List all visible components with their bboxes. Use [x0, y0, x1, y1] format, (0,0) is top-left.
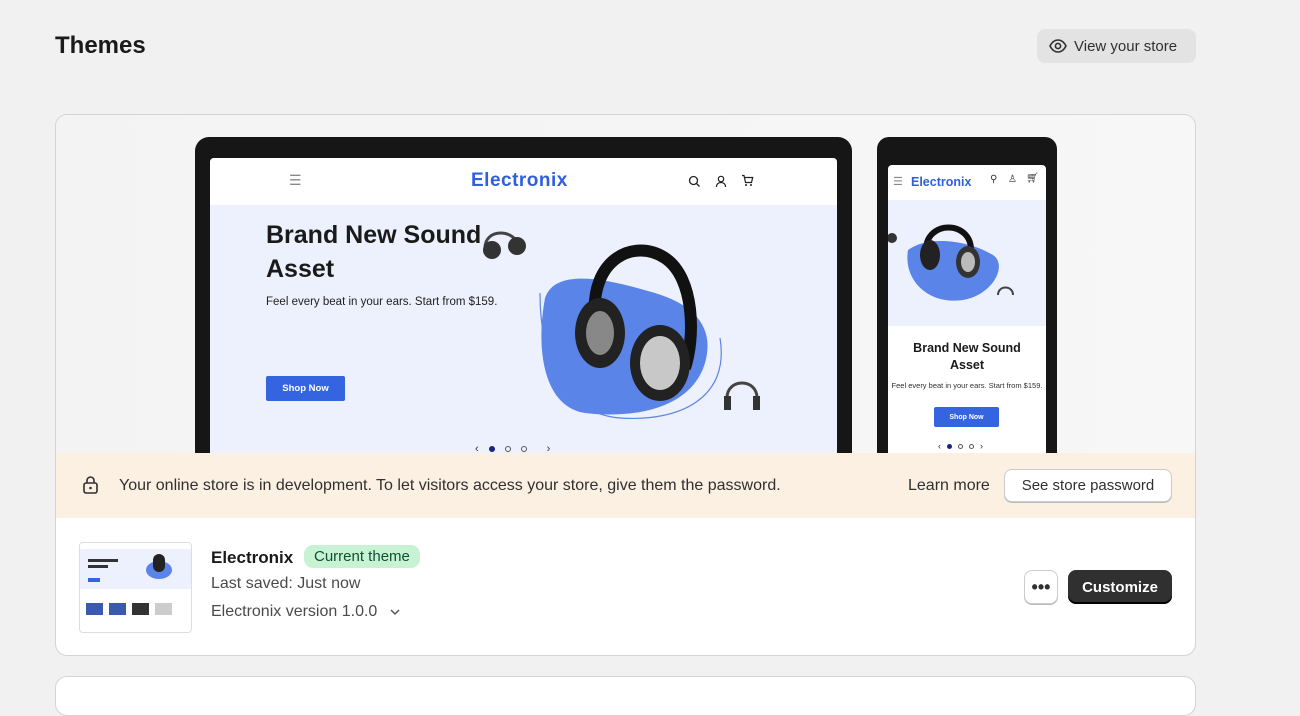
search-icon: ⚲	[990, 174, 998, 185]
more-actions-button[interactable]: •••	[1024, 570, 1058, 604]
mobile-hero-text: Feel every beat in your ears. Start from…	[891, 381, 1043, 390]
page-title: Themes	[55, 32, 146, 59]
hero-title: Brand New Sound Asset	[266, 221, 482, 283]
menu-icon: ☰	[893, 176, 903, 188]
last-saved: Last saved: Just now	[211, 575, 361, 592]
current-theme-badge: Current theme	[304, 545, 420, 568]
mobile-hero-image	[888, 200, 1046, 326]
theme-thumbnail	[79, 542, 192, 633]
theme-version: Electronix version 1.0.0	[211, 603, 378, 620]
theme-library-card	[55, 676, 1196, 716]
store-logo: Electronix	[471, 170, 568, 191]
development-banner: Your online store is in development. To …	[56, 453, 1195, 518]
account-icon	[715, 175, 727, 188]
store-nav: ☰ Electronix	[210, 158, 837, 205]
theme-preview[interactable]: ☰ Electronix Brand New Sound Asset Feel …	[56, 115, 1195, 467]
hero-text: Feel every beat in your ears. Start from…	[266, 296, 498, 308]
slide-dot[interactable]	[504, 446, 511, 452]
view-store-button[interactable]: View your store	[1037, 29, 1196, 63]
learn-more-link[interactable]: Learn more	[908, 477, 990, 495]
view-store-label: View your store	[1074, 37, 1178, 55]
chevron-down-icon	[390, 609, 400, 616]
theme-card: ☰ Electronix Brand New Sound Asset Feel …	[55, 114, 1196, 656]
headphones-image	[483, 231, 760, 420]
mobile-shop-now-button: Shop Now	[934, 407, 999, 427]
account-icon: ♙	[1008, 174, 1017, 185]
theme-version-dropdown[interactable]: Electronix version 1.0.0	[211, 603, 401, 621]
store-logo-mobile: Electronix	[911, 175, 972, 189]
cart-icon	[742, 174, 754, 186]
desktop-preview: ☰ Electronix Brand New Sound Asset Feel …	[195, 137, 852, 467]
customize-button[interactable]: Customize	[1068, 570, 1172, 604]
cart-icon: 🛒︎	[1026, 173, 1039, 184]
menu-icon: ☰	[289, 172, 302, 188]
slide-dot[interactable]	[969, 443, 974, 449]
see-store-password-button[interactable]: See store password	[1004, 469, 1172, 502]
prev-slide-icon[interactable]: ‹	[938, 441, 941, 451]
mobile-carousel-controls[interactable]: ‹ ›	[938, 441, 983, 451]
next-slide-icon[interactable]: ›	[980, 441, 983, 451]
mobile-hero-title: Brand New Sound Asset	[913, 341, 1021, 372]
slide-dot[interactable]	[520, 446, 527, 452]
shop-now-button: Shop Now	[266, 376, 345, 401]
theme-name: Electronix	[211, 548, 294, 567]
slide-dot-active[interactable]	[488, 446, 495, 452]
slide-dot-active[interactable]	[947, 443, 952, 449]
eye-icon	[1049, 39, 1067, 53]
search-icon	[688, 175, 700, 187]
banner-message: Your online store is in development. To …	[119, 476, 781, 494]
slide-dot[interactable]	[958, 443, 963, 449]
lock-icon	[83, 476, 98, 494]
mobile-preview: ☰ Electronix ⚲ ♙ 🛒︎ Brand New Sound Asse…	[877, 137, 1057, 467]
